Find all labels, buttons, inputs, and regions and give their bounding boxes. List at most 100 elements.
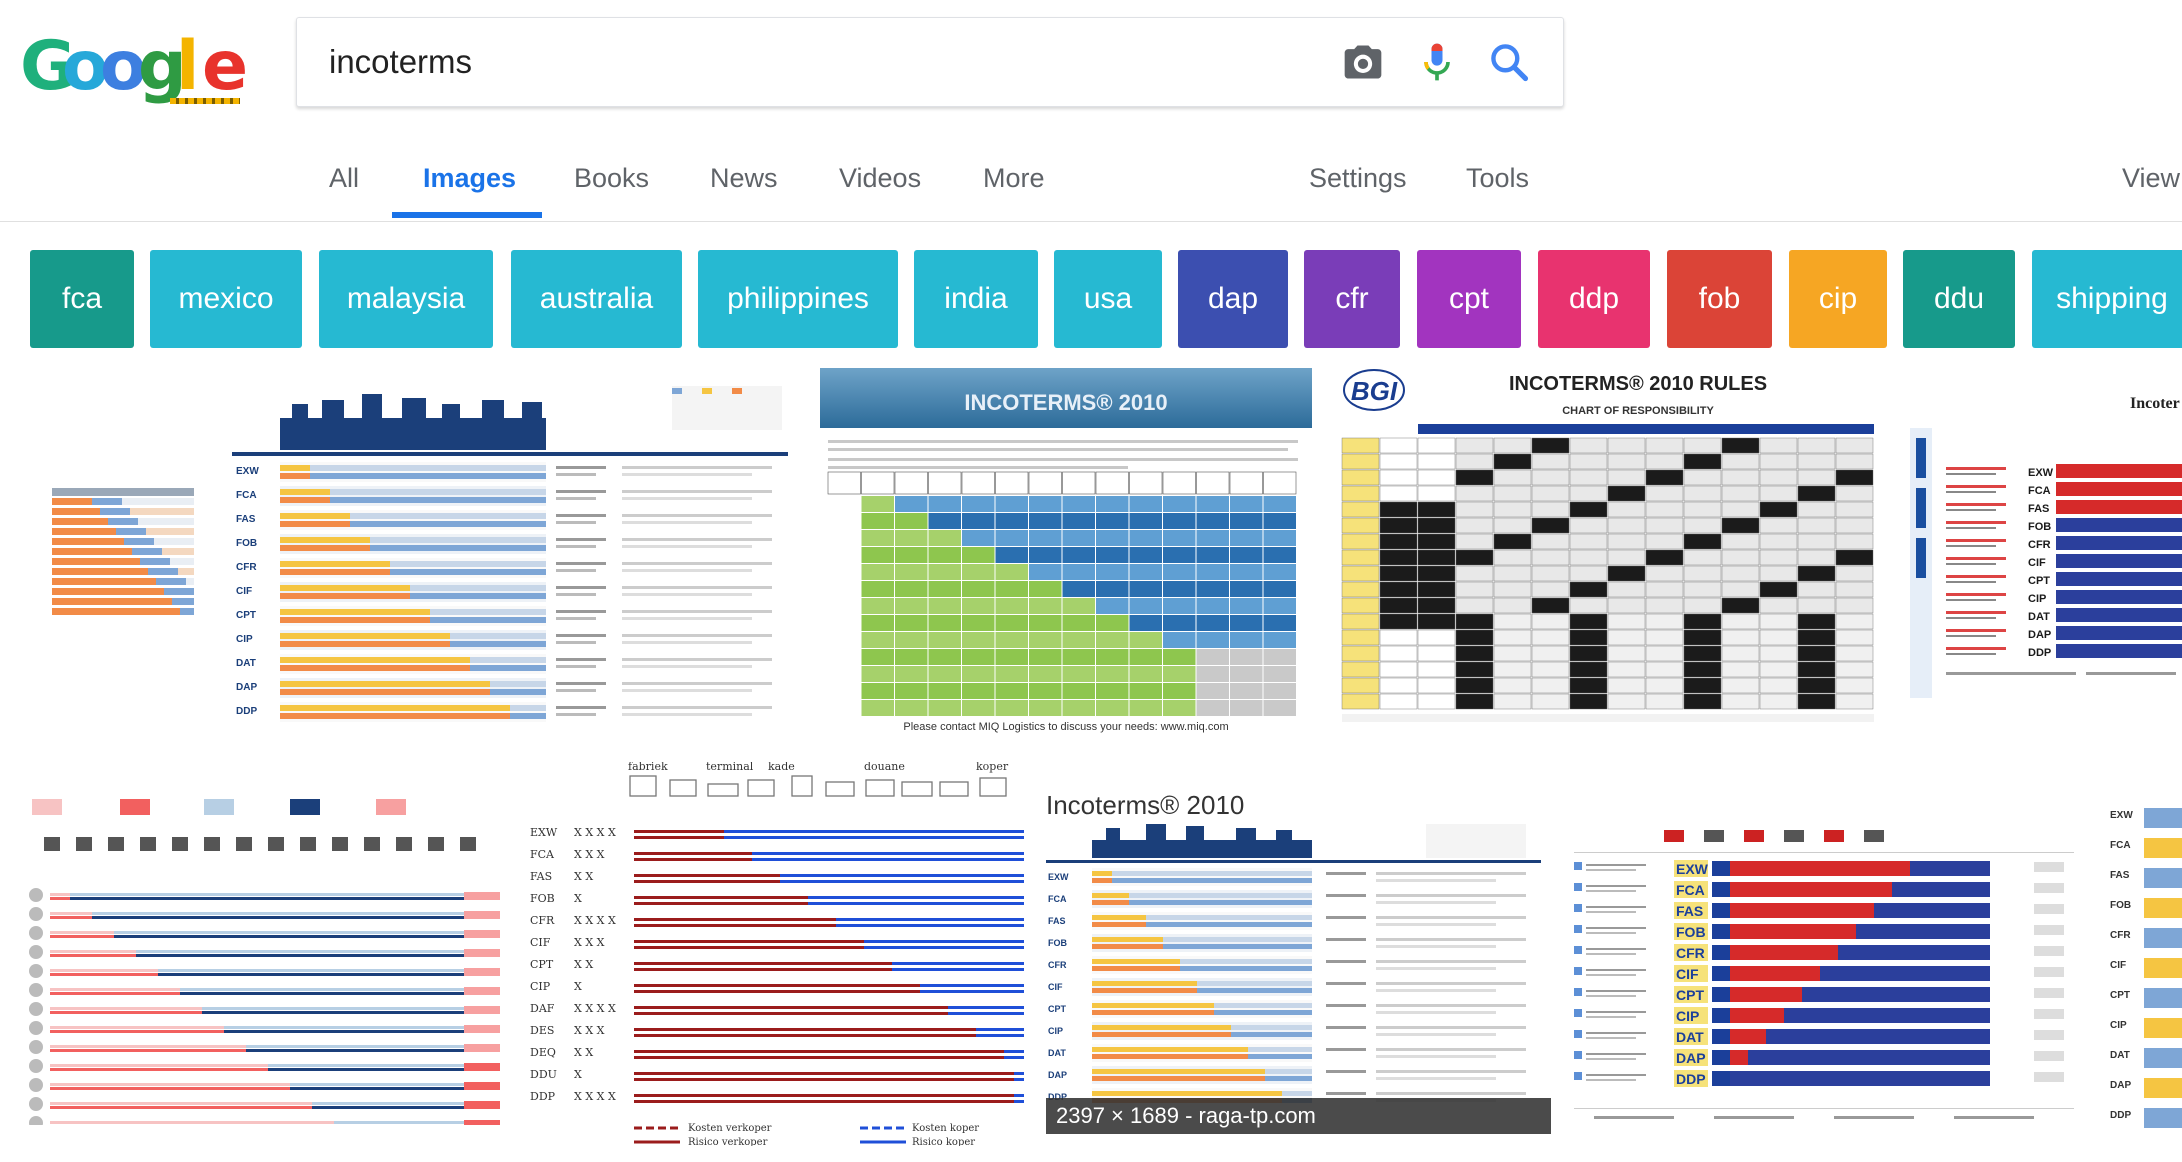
term-label: X X X: [574, 936, 605, 949]
chip-fob[interactable]: fob: [1667, 250, 1772, 348]
legend-label: Risico verkoper: [688, 1137, 768, 1146]
term-label: FOB: [2028, 521, 2051, 533]
google-logo[interactable]: G o o g l e: [20, 28, 270, 106]
term-label: FOB: [1048, 938, 1067, 948]
term-label: DAF: [530, 1002, 555, 1015]
search-box[interactable]: incoterms: [296, 17, 1564, 107]
tile-footer: Please contact MIQ Logistics to discuss …: [903, 721, 1228, 733]
tile-title: Incoterms® 2010: [1046, 790, 1244, 820]
chip-label: philippines: [727, 282, 869, 315]
term-label: DAT: [1048, 1048, 1066, 1058]
term-label: X X X X: [574, 826, 616, 839]
chip-ddu[interactable]: ddu: [1903, 250, 2015, 348]
diagram-label: douane: [864, 762, 905, 773]
chip-label: australia: [539, 282, 654, 315]
chip-cfr[interactable]: cfr: [1304, 250, 1400, 348]
term-label: CIP: [1048, 1026, 1063, 1036]
image-result[interactable]: EXW FCA FAS FOB CFR CIF CPT CIP DAT DAP DDP: [1574, 812, 2080, 1142]
result-thumbnail: EXW FCA FAS FOB CFR CIF CPT CIP DAT DAP DDP: [2110, 808, 2182, 1128]
search-tabs: All Images Books News Videos More Settin…: [0, 148, 2182, 210]
chip-australia[interactable]: australia: [511, 250, 682, 348]
image-result[interactable]: Incoterms® 2010 EXW FCA FAS FOB CFR CIF CPT CIP…: [1046, 784, 1541, 1134]
chip-cpt[interactable]: cpt: [1417, 250, 1521, 348]
chip-shipping[interactable]: shipping: [2032, 250, 2182, 348]
term-label: DDP: [2028, 647, 2051, 659]
search-icon[interactable]: [1487, 40, 1531, 84]
image-result[interactable]: [28, 795, 508, 1125]
term-label: EXW: [2028, 467, 2054, 479]
term-label: DDU: [530, 1068, 557, 1081]
chip-philippines[interactable]: philippines: [698, 250, 898, 348]
term-label: CPT: [1676, 987, 1704, 1003]
term-label: FOB: [1676, 924, 1706, 940]
term-label: DDP: [530, 1090, 556, 1103]
chip-ddp[interactable]: ddp: [1538, 250, 1650, 348]
term-label: FCA: [530, 848, 555, 861]
term-label: EXW: [1048, 872, 1069, 882]
chip-label: ddp: [1568, 282, 1620, 315]
chip-label: malaysia: [346, 282, 466, 315]
header-divider: [0, 221, 2182, 222]
microphone-icon[interactable]: [1415, 40, 1459, 84]
tab-books[interactable]: Books: [574, 148, 649, 208]
term-label: X X X X: [574, 914, 616, 927]
term-label: FCA: [2110, 840, 2131, 851]
active-tab-indicator: [392, 212, 542, 218]
tab-tools[interactable]: Tools: [1466, 148, 1529, 208]
term-label: CPT: [1048, 1004, 1067, 1014]
chip-usa[interactable]: usa: [1054, 250, 1162, 348]
term-label: FOB: [236, 538, 257, 549]
term-label: FCA: [1048, 894, 1067, 904]
term-label: FOB: [2110, 900, 2131, 911]
chip-india[interactable]: india: [914, 250, 1038, 348]
image-caption: 2397 × 1689 - raga-tp.com: [1046, 1098, 1551, 1134]
tab-news[interactable]: News: [710, 148, 778, 208]
image-result[interactable]: [22, 370, 194, 670]
tile-subtitle: CHART OF RESPONSIBILITY: [1562, 405, 1714, 417]
diagram-label: fabriek: [628, 762, 668, 773]
tab-all[interactable]: All: [329, 148, 359, 208]
term-label: CFR: [1676, 945, 1705, 961]
chip-cip[interactable]: cip: [1789, 250, 1887, 348]
image-result[interactable]: EXW FCA FAS FOB CFR CIF CPT CIP DAT DAP DDP: [2108, 794, 2182, 1134]
term-label: CIF: [2110, 960, 2126, 971]
result-thumbnail: Incoter EXW FCA FAS FOB CFR CIF CPT CIP DAT DAP DD…: [1910, 395, 2182, 698]
term-label: DAT: [2110, 1050, 2130, 1061]
term-label: CIP: [2110, 1020, 2127, 1031]
image-result[interactable]: Incoter EXW FCA FAS FOB CFR CIF CPT CIP DAT DAP DD…: [1906, 378, 2182, 708]
image-result[interactable]: EXW FCA FAS FOB CFR CIF CPT CIP DAT DAP DDP: [232, 370, 788, 730]
tab-settings[interactable]: Settings: [1309, 148, 1407, 208]
term-label: FAS: [2028, 503, 2049, 515]
camera-icon[interactable]: [1341, 40, 1385, 84]
term-label: FAS: [236, 514, 256, 525]
image-result[interactable]: INCOTERMS® 2010 Please contact MIQ Logis…: [820, 368, 1312, 736]
term-label: DAT: [1676, 1029, 1704, 1045]
term-label: DDP: [1676, 1071, 1706, 1087]
chip-dap[interactable]: dap: [1178, 250, 1288, 348]
legend-label: Kosten koper: [912, 1123, 979, 1134]
diagram-label: koper: [976, 762, 1009, 773]
chip-fca[interactable]: fca: [30, 250, 134, 348]
tab-images[interactable]: Images: [423, 148, 516, 208]
term-label: X: [574, 980, 582, 993]
term-label: X X X: [574, 1024, 605, 1037]
chip-mexico[interactable]: mexico: [150, 250, 302, 348]
term-label: DAP: [2028, 629, 2051, 641]
tab-more[interactable]: More: [983, 148, 1045, 208]
term-label: CFR: [1048, 960, 1067, 970]
term-label: FAS: [1676, 903, 1703, 919]
search-input[interactable]: incoterms: [329, 18, 472, 106]
term-label: FOB: [530, 892, 555, 905]
tab-view[interactable]: View: [2122, 148, 2180, 208]
term-label: DAP: [236, 682, 257, 693]
term-label: CIP: [2028, 593, 2046, 605]
tab-videos[interactable]: Videos: [839, 148, 921, 208]
image-result[interactable]: fabriek terminal kade douane koper EXW X …: [530, 762, 1024, 1146]
term-label: EXW: [2110, 810, 2133, 821]
chip-malaysia[interactable]: malaysia: [319, 250, 493, 348]
term-label: CIF: [236, 586, 252, 597]
image-result[interactable]: BGI INCOTERMS® 2010 RULES CHART OF RESPO…: [1338, 362, 1878, 740]
chip-label: cip: [1818, 282, 1858, 315]
result-thumbnail: [52, 488, 194, 615]
diagram-label: kade: [768, 762, 795, 773]
